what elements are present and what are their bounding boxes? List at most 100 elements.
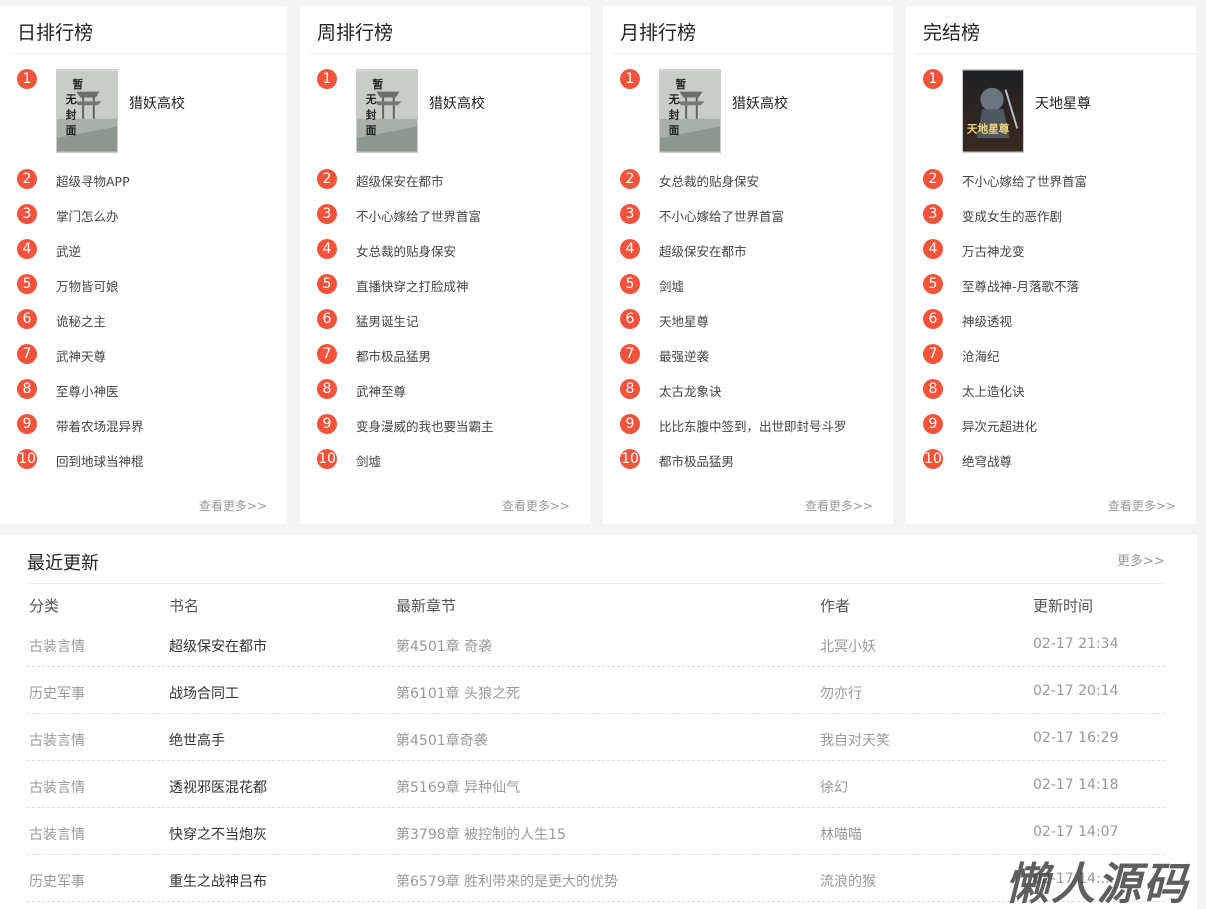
ranking-panel: 月排行榜 1 暂无封面猎妖高校 2 女总裁的贴身保安 3 不小心嫁给了世界首富 4 超级保安在都… xyxy=(603,6,893,524)
ranked-book-link[interactable]: 都市极品猛男 xyxy=(659,451,734,470)
ranked-book-link[interactable]: 不小心嫁给了世界首富 xyxy=(659,206,784,225)
rank-number: 2 xyxy=(317,169,337,189)
rank-number: 1 xyxy=(17,69,37,89)
svg-text:无: 无 xyxy=(668,93,680,106)
rank-number: 5 xyxy=(620,274,640,294)
ranked-book-link[interactable]: 超级寻物APP xyxy=(56,171,130,190)
rank-number: 2 xyxy=(620,169,640,189)
row-latest-chapter[interactable]: 第4501章 奇袭 xyxy=(396,636,492,656)
view-more-link[interactable]: 查看更多>> xyxy=(199,497,267,514)
book-cover[interactable]: 暂无封面 xyxy=(56,69,118,153)
svg-text:面: 面 xyxy=(66,124,77,137)
table-row: 古装言情 透视邪医混花都 第5169章 异种仙气 徐幻 02-17 14:18 xyxy=(27,761,1165,808)
header-update-time: 更新时间 xyxy=(1033,597,1094,615)
ranked-book-link[interactable]: 不小心嫁给了世界首富 xyxy=(962,171,1087,190)
row-latest-chapter[interactable]: 第5169章 异种仙气 xyxy=(396,777,520,797)
ranked-book-link[interactable]: 太上造化诀 xyxy=(962,381,1025,400)
ranked-book-link[interactable]: 带着农场混异界 xyxy=(56,416,144,435)
ranking-title: 日排行榜 xyxy=(17,22,94,44)
rank-number: 3 xyxy=(620,204,640,224)
ranked-book-link[interactable]: 都市极品猛男 xyxy=(356,346,431,365)
row-book-name[interactable]: 重生之战神吕布 xyxy=(169,871,267,891)
ranked-book-link[interactable]: 超级保安在都市 xyxy=(659,241,747,260)
top-book-title[interactable]: 猎妖高校 xyxy=(129,93,185,113)
ranked-book-link[interactable]: 神级透视 xyxy=(962,311,1012,330)
top-book-title[interactable]: 猎妖高校 xyxy=(429,93,485,113)
row-author: 林喵喵 xyxy=(820,827,862,843)
ranked-book-link[interactable]: 女总裁的贴身保安 xyxy=(356,241,456,260)
row-book-name[interactable]: 透视邪医混花都 xyxy=(169,777,267,797)
table-row: 古装言情 超级保安在都市 第4501章 奇袭 北冥小妖 02-17 21:34 xyxy=(27,620,1165,667)
rank-number: 1 xyxy=(620,69,640,89)
top-book-title[interactable]: 猎妖高校 xyxy=(732,93,788,113)
table-row: 古装言情 快穿之不当炮灰 第3798章 被控制的人生15 林喵喵 02-17 14:07 xyxy=(27,808,1165,855)
rank-number: 10 xyxy=(923,449,943,469)
ranked-book-link[interactable]: 超级保安在都市 xyxy=(356,171,444,190)
table-row: 历史军事 重生之战神吕布 第6579章 胜利带来的是更大的优势 流浪的猴 02-17 1… xyxy=(27,855,1165,902)
ranked-book-link[interactable]: 直播快穿之打脸成神 xyxy=(356,276,469,295)
ranked-book-link[interactable]: 女总裁的贴身保安 xyxy=(659,171,759,190)
row-book-name[interactable]: 快穿之不当炮灰 xyxy=(169,824,267,844)
ranking-panel: 周排行榜 1 暂无封面猎妖高校 2 超级保安在都市 3 不小心嫁给了世界首富 4 女总裁的贴身保… xyxy=(300,6,590,524)
rank-number: 10 xyxy=(17,449,37,469)
ranked-book-link[interactable]: 武神天尊 xyxy=(56,346,106,365)
ranked-book-link[interactable]: 至尊战神-月落歌不落 xyxy=(962,276,1079,295)
rank-number: 2 xyxy=(923,169,943,189)
top-book-title[interactable]: 天地星尊 xyxy=(1035,93,1091,113)
divider xyxy=(613,53,893,54)
ranked-book-link[interactable]: 天地星尊 xyxy=(659,311,709,330)
book-cover[interactable]: 天地星尊 xyxy=(962,69,1024,153)
row-author: 我自对天笑 xyxy=(820,733,890,749)
ranking-title: 周排行榜 xyxy=(317,22,394,44)
divider xyxy=(27,583,1165,584)
ranking-panel: 日排行榜 1 暂无封面猎妖高校 2 超级寻物APP 3 掌门怎么办 4 武逆 5 万物皆可娘 6 诡秘之… xyxy=(0,6,287,524)
rank-number: 9 xyxy=(620,414,640,434)
ranked-book-link[interactable]: 沧海纪 xyxy=(962,346,1000,365)
svg-text:封: 封 xyxy=(669,109,680,122)
book-cover[interactable]: 暂无封面 xyxy=(356,69,418,153)
ranked-book-link[interactable]: 绝穹战尊 xyxy=(962,451,1012,470)
ranked-book-link[interactable]: 剑墟 xyxy=(356,451,381,470)
ranked-book-link[interactable]: 不小心嫁给了世界首富 xyxy=(356,206,481,225)
svg-text:封: 封 xyxy=(66,109,77,122)
row-author: 勿亦行 xyxy=(820,686,862,702)
rank-number: 8 xyxy=(923,379,943,399)
ranked-book-link[interactable]: 至尊小神医 xyxy=(56,381,119,400)
ranked-book-link[interactable]: 武神至尊 xyxy=(356,381,406,400)
rank-number: 7 xyxy=(317,344,337,364)
view-more-link[interactable]: 查看更多>> xyxy=(1108,497,1176,514)
ranked-book-link[interactable]: 万物皆可娘 xyxy=(56,276,119,295)
view-more-link[interactable]: 查看更多>> xyxy=(805,497,873,514)
book-cover[interactable]: 暂无封面 xyxy=(659,69,721,153)
row-book-name[interactable]: 绝世高手 xyxy=(169,730,225,750)
rank-number: 3 xyxy=(923,204,943,224)
svg-text:面: 面 xyxy=(366,124,377,137)
ranked-book-link[interactable]: 回到地球当神棍 xyxy=(56,451,144,470)
ranking-title: 完结榜 xyxy=(923,22,981,44)
ranked-book-link[interactable]: 最强逆袭 xyxy=(659,346,709,365)
header-author: 作者 xyxy=(820,597,851,615)
row-latest-chapter[interactable]: 第4501章奇袭 xyxy=(396,730,488,750)
row-category: 历史军事 xyxy=(29,686,85,702)
row-latest-chapter[interactable]: 第3798章 被控制的人生15 xyxy=(396,824,566,844)
ranked-book-link[interactable]: 变成女生的恶作剧 xyxy=(962,206,1062,225)
ranked-book-link[interactable]: 武逆 xyxy=(56,241,81,260)
row-book-name[interactable]: 战场合同工 xyxy=(169,683,239,703)
view-more-link[interactable]: 查看更多>> xyxy=(502,497,570,514)
ranked-book-link[interactable]: 诡秘之主 xyxy=(56,311,106,330)
ranked-book-link[interactable]: 猛男诞生记 xyxy=(356,311,419,330)
ranked-book-link[interactable]: 万古神龙变 xyxy=(962,241,1025,260)
recent-more-link[interactable]: 更多>> xyxy=(1117,550,1165,569)
ranked-book-link[interactable]: 比比东腹中签到，出世即封号斗罗 xyxy=(659,416,847,435)
ranked-book-link[interactable]: 掌门怎么办 xyxy=(56,206,119,225)
ranked-book-link[interactable]: 剑墟 xyxy=(659,276,684,295)
ranked-book-link[interactable]: 变身漫威的我也要当霸主 xyxy=(356,416,494,435)
ranked-book-link[interactable]: 太古龙象诀 xyxy=(659,381,722,400)
rank-number: 6 xyxy=(620,309,640,329)
row-latest-chapter[interactable]: 第6101章 头狼之死 xyxy=(396,683,520,703)
ranked-book-link[interactable]: 异次元超进化 xyxy=(962,416,1037,435)
header-category: 分类 xyxy=(29,597,60,615)
row-latest-chapter[interactable]: 第6579章 胜利带来的是更大的优势 xyxy=(396,871,618,891)
row-book-name[interactable]: 超级保安在都市 xyxy=(169,636,267,656)
svg-text:面: 面 xyxy=(669,124,680,137)
